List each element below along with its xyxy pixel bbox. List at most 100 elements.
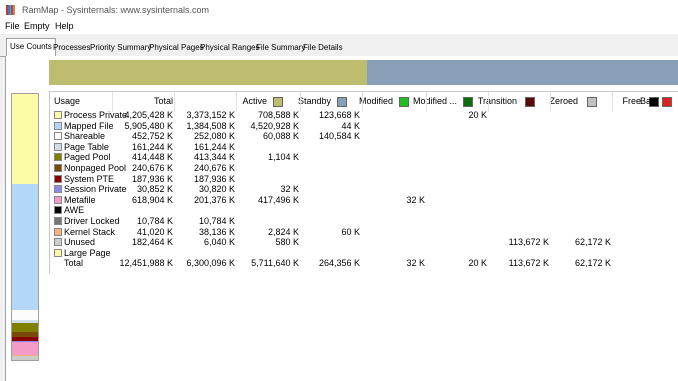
tab-priority-summary[interactable]: Priority Summary — [87, 40, 154, 55]
row-label: Kernel Stack — [64, 226, 116, 237]
cell-modified: 32 K — [406, 258, 425, 269]
memory-overview-bar — [49, 60, 678, 85]
cell-standby: 708,588 K — [257, 110, 299, 120]
rammap-app-icon — [6, 5, 15, 15]
cell-total: 414,448 K — [131, 152, 173, 163]
cell-total: 240,676 K — [131, 163, 173, 173]
table-row-large-page: Large Page — [50, 248, 678, 259]
row-color-swatch — [54, 217, 62, 225]
cell-standby: 60,088 K — [262, 131, 299, 142]
row-color-swatch — [54, 132, 62, 141]
cell-total: 4,205,428 K — [124, 110, 173, 120]
menu-file[interactable]: File — [5, 21, 20, 31]
tab-strip: Use Counts Processes Priority Summary Ph… — [0, 38, 678, 57]
cell-standby: 580 K — [275, 237, 299, 248]
row-label: Total — [64, 258, 84, 269]
overview-segment-standby — [367, 60, 678, 85]
row-label: Unused — [64, 237, 96, 248]
column-separator — [362, 92, 363, 112]
column-color-swatch-standby — [337, 97, 347, 107]
cell-active: 6,300,096 K — [186, 258, 235, 269]
cell-active: 187,936 K — [193, 173, 235, 184]
column-header-modified[interactable]: Modified ... — [413, 96, 457, 106]
row-label: System PTE — [64, 173, 115, 184]
table-row-awe: AWE — [50, 205, 678, 216]
table-row-process-private: Process Private 4,205,428 K 3,373,152 K 708… — [50, 110, 678, 121]
table-row-system-pte: System PTE 187,936 K 187,936 K — [50, 174, 678, 185]
cell-modified: 123,668 K — [318, 110, 360, 120]
row-color-swatch — [54, 227, 62, 236]
app-icon-stripe — [13, 5, 15, 15]
column-header-transition[interactable]: Transition — [478, 96, 517, 106]
tab-use-counts[interactable]: Use Counts — [6, 38, 56, 57]
cell-modified: 264,356 K — [318, 258, 360, 269]
menu-help[interactable]: Help — [55, 21, 74, 31]
column-separator — [300, 92, 301, 112]
cell-standby: 2,824 K — [267, 226, 299, 237]
mini-bar-segment — [12, 183, 38, 310]
cell-active: 38,136 K — [198, 226, 235, 237]
cell-zeroed: 113,672 K — [508, 237, 549, 248]
cell-standby: 1,104 K — [267, 152, 299, 163]
cell-total: 41,020 K — [136, 226, 173, 237]
cell-active: 240,676 K — [193, 163, 235, 173]
row-label: Large Page — [64, 247, 111, 258]
tab-file-details[interactable]: File Details — [300, 40, 346, 55]
cell-standby: 417,496 K — [257, 194, 299, 205]
column-separator — [236, 92, 237, 112]
row-label: Nonpaged Pool — [64, 163, 127, 173]
use-counts-table: Usage Total Active Standby Modified Modified … — [49, 91, 678, 274]
column-separator — [174, 92, 175, 112]
cell-total: 5,905,480 K — [124, 120, 173, 131]
row-color-swatch — [54, 206, 62, 215]
cell-total: 10,784 K — [136, 216, 173, 226]
table-row-total: Total 12,451,988 K 6,300,096 K 5,711,640 K 2… — [50, 258, 678, 269]
column-color-swatch-transition — [525, 97, 535, 107]
column-color-swatch-zeroed — [587, 97, 597, 107]
row-color-swatch — [54, 195, 62, 204]
table-row-metafile: Metafile 618,904 K 201,376 K 417,496 K 32 K — [50, 195, 678, 206]
column-header-usage[interactable]: Usage — [54, 96, 80, 106]
mini-bar-segment — [12, 94, 38, 184]
table-row-shareable: Shareable 452,752 K 252,080 K 60,088 K 140,5… — [50, 131, 678, 142]
table-row-unused: Unused 182,464 K 6,040 K 580 K 113,672 K 62,1… — [50, 237, 678, 248]
cell-active: 6,040 K — [203, 237, 235, 248]
cell-active: 201,376 K — [193, 194, 235, 205]
table-row-page-table: Page Table 161,244 K 161,244 K — [50, 142, 678, 153]
cell-modified: 44 K — [341, 120, 360, 131]
table-row-nonpaged-pool: Nonpaged Pool 240,676 K 240,676 K — [50, 163, 678, 174]
cell-total: 182,464 K — [131, 237, 173, 248]
menu-empty[interactable]: Empty — [24, 21, 50, 31]
column-header-zeroed[interactable]: Zeroed — [549, 96, 578, 106]
column-color-swatch-modified — [399, 97, 409, 107]
cell-transition: 20 K — [468, 258, 487, 269]
column-header-bad[interactable]: Bad — [640, 96, 656, 106]
cell-total: 618,904 K — [131, 194, 173, 205]
overview-segment-active — [49, 60, 368, 85]
cell-total: 161,244 K — [131, 141, 173, 152]
cell-free: 62,172 K — [574, 258, 611, 269]
cell-total: 30,852 K — [136, 184, 173, 195]
memory-usage-mini-bar — [11, 93, 39, 361]
row-label: Shareable — [64, 131, 106, 142]
cell-total: 452,752 K — [131, 131, 173, 142]
table-row-session-private: Session Private 30,852 K 30,820 K 32 K — [50, 184, 678, 195]
table-row-paged-pool: Paged Pool 414,448 K 413,344 K 1,104 K — [50, 152, 678, 163]
mini-bar-segment — [12, 309, 38, 320]
column-header-standby[interactable]: Standby — [298, 96, 331, 106]
column-header-total[interactable]: Total — [154, 96, 173, 106]
row-color-swatch — [54, 238, 62, 247]
table-header: Usage Total Active Standby Modified Modified … — [50, 92, 678, 112]
row-label: Metafile — [64, 194, 96, 205]
column-color-swatch-active — [273, 97, 283, 107]
row-label: AWE — [64, 205, 85, 216]
column-header-free[interactable]: Free — [622, 96, 641, 106]
cell-active: 10,784 K — [198, 216, 235, 226]
row-color-swatch — [54, 121, 62, 130]
cell-modified: 32 K — [406, 194, 425, 205]
row-color-swatch — [54, 248, 62, 257]
column-header-modified[interactable]: Modified — [359, 96, 393, 106]
row-label: Page Table — [64, 141, 109, 152]
column-header-active[interactable]: Active — [242, 96, 267, 106]
window-title: RamMap - Sysinternals: www.sysinternals.… — [22, 5, 210, 15]
